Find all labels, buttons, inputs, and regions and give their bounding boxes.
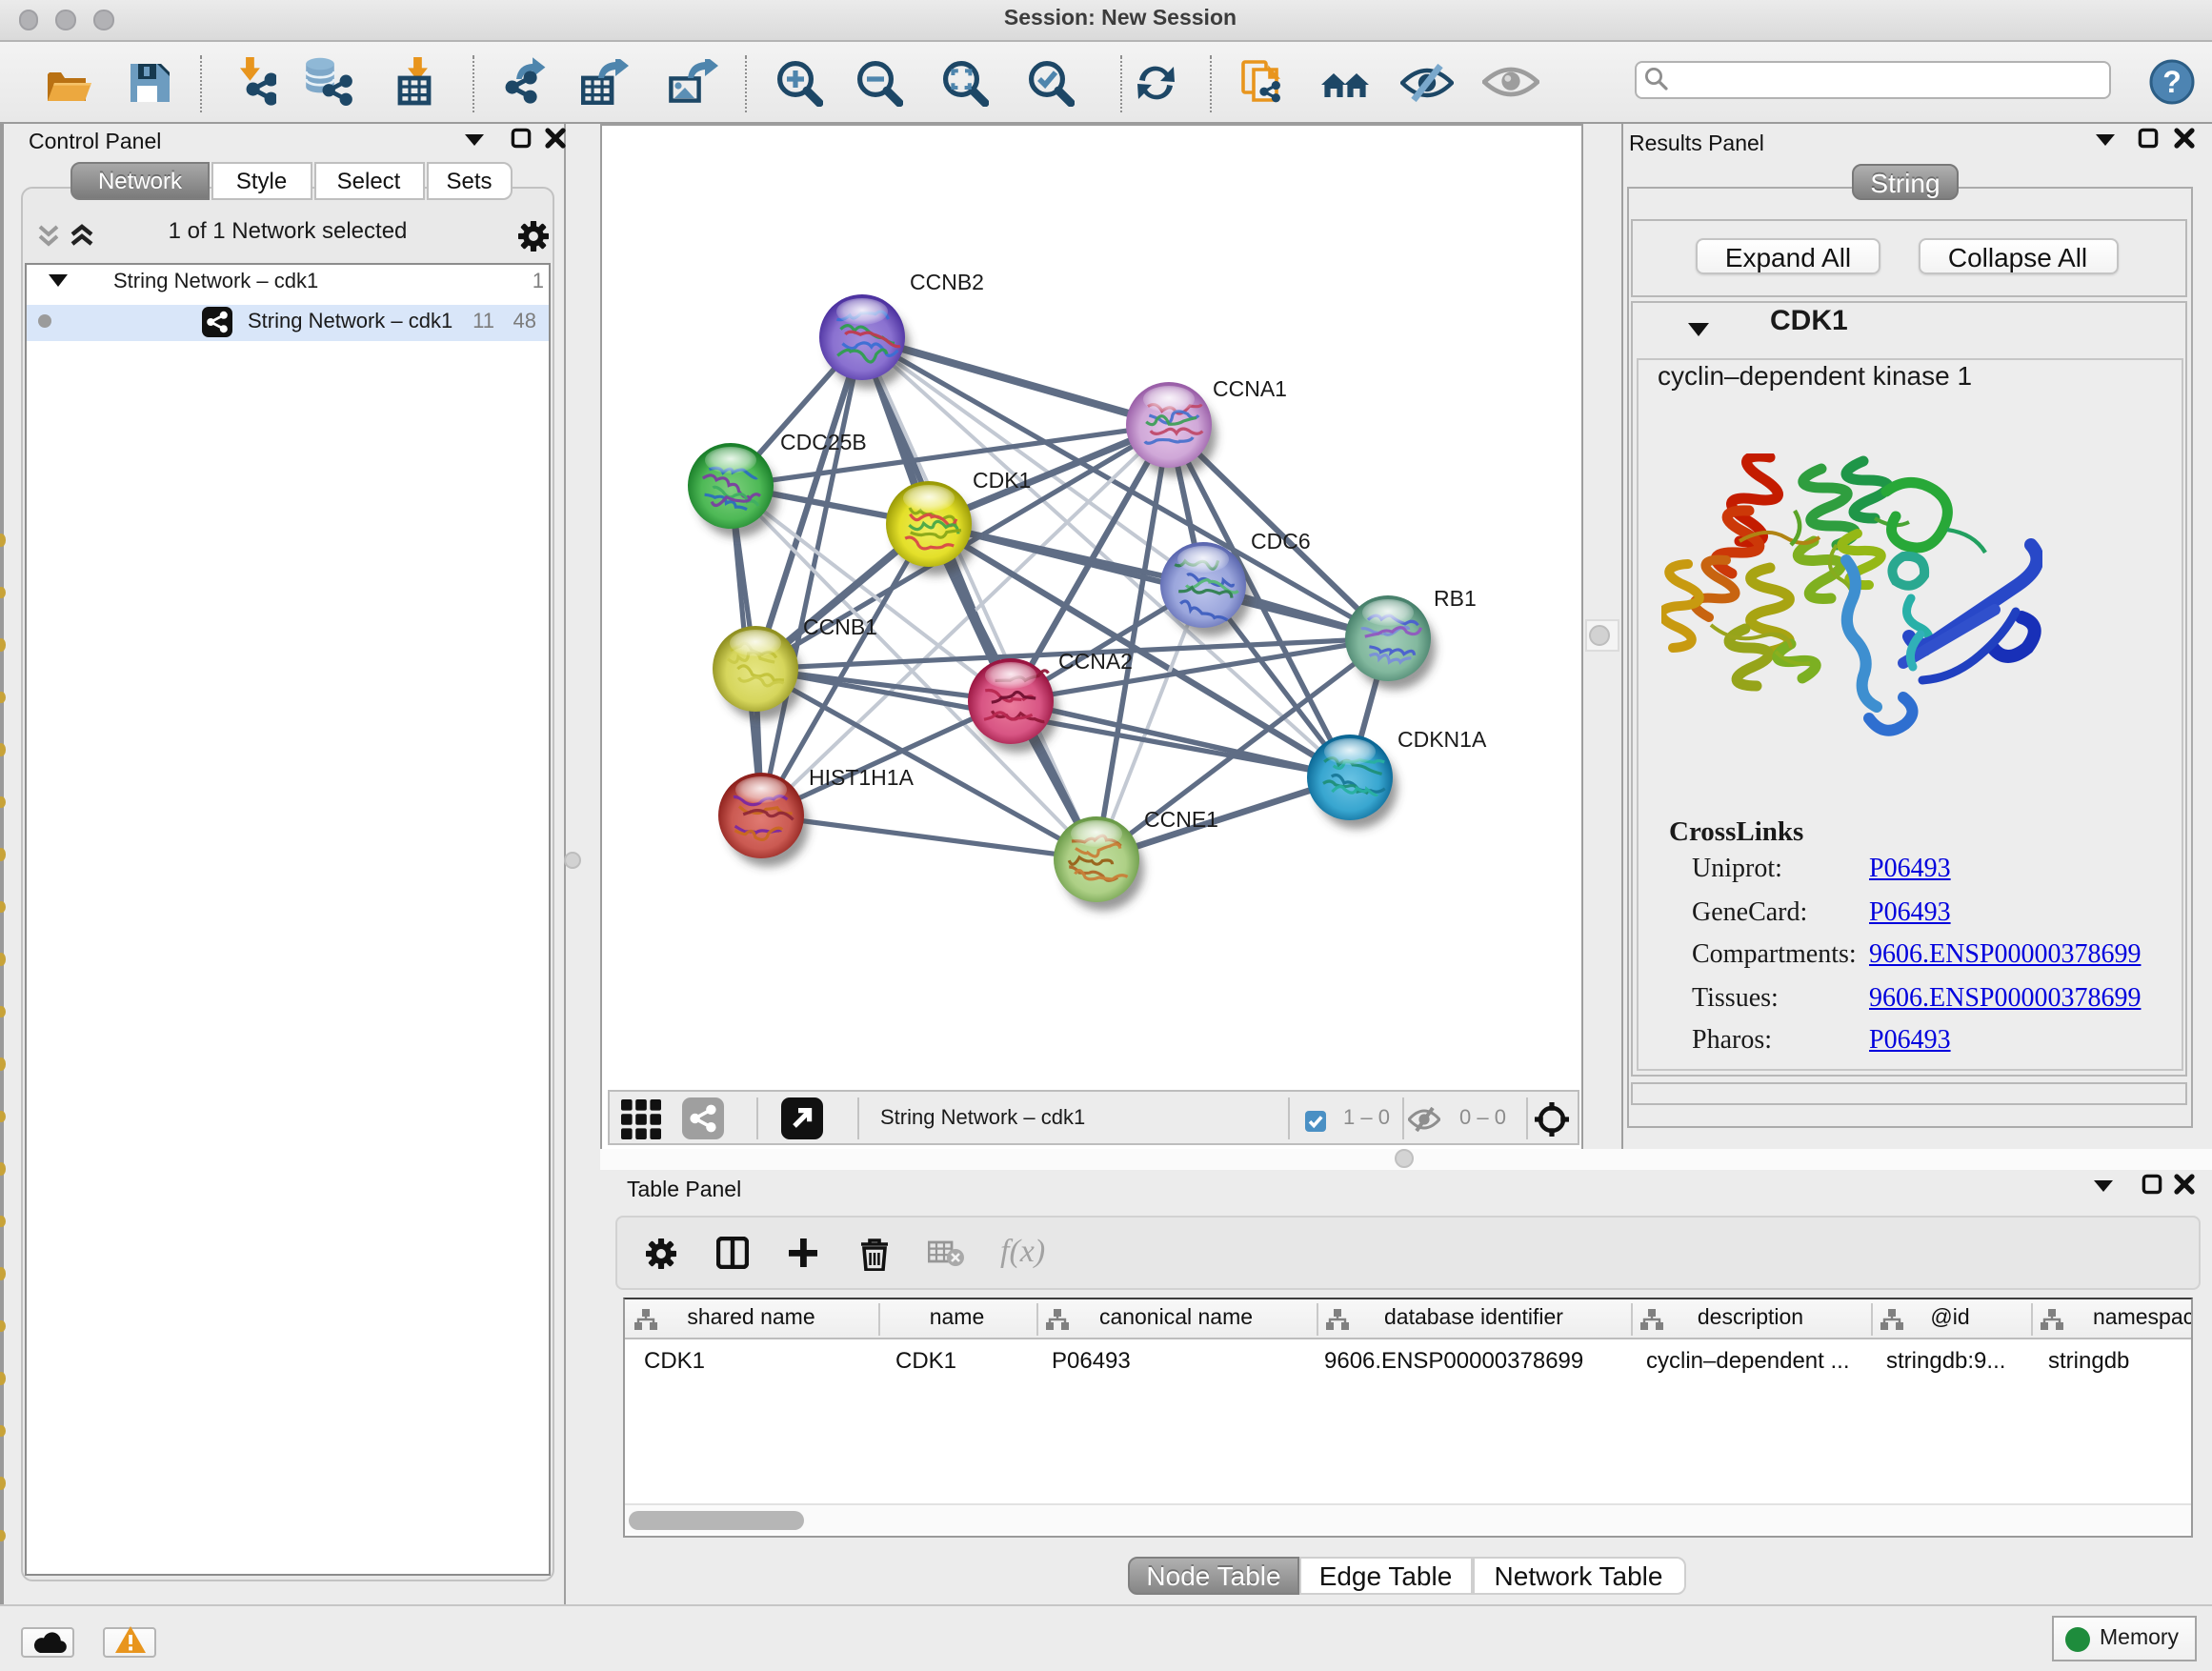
svg-text:CDC25B: CDC25B: [779, 430, 866, 454]
svg-text:RB1: RB1: [1433, 586, 1476, 611]
svg-text:CDK1: CDK1: [972, 468, 1030, 493]
svg-text:CCNA2: CCNA2: [1057, 649, 1132, 674]
svg-text:CCNB1: CCNB1: [802, 614, 876, 639]
svg-text:CCNB2: CCNB2: [909, 270, 983, 294]
svg-text:CCNE1: CCNE1: [1143, 807, 1217, 832]
svg-text:CDC6: CDC6: [1250, 529, 1310, 554]
svg-text:?: ?: [2162, 65, 2181, 99]
svg-text:CCNA1: CCNA1: [1212, 376, 1286, 401]
svg-text:HIST1H1A: HIST1H1A: [808, 765, 914, 790]
svg-text:CDKN1A: CDKN1A: [1397, 727, 1486, 752]
